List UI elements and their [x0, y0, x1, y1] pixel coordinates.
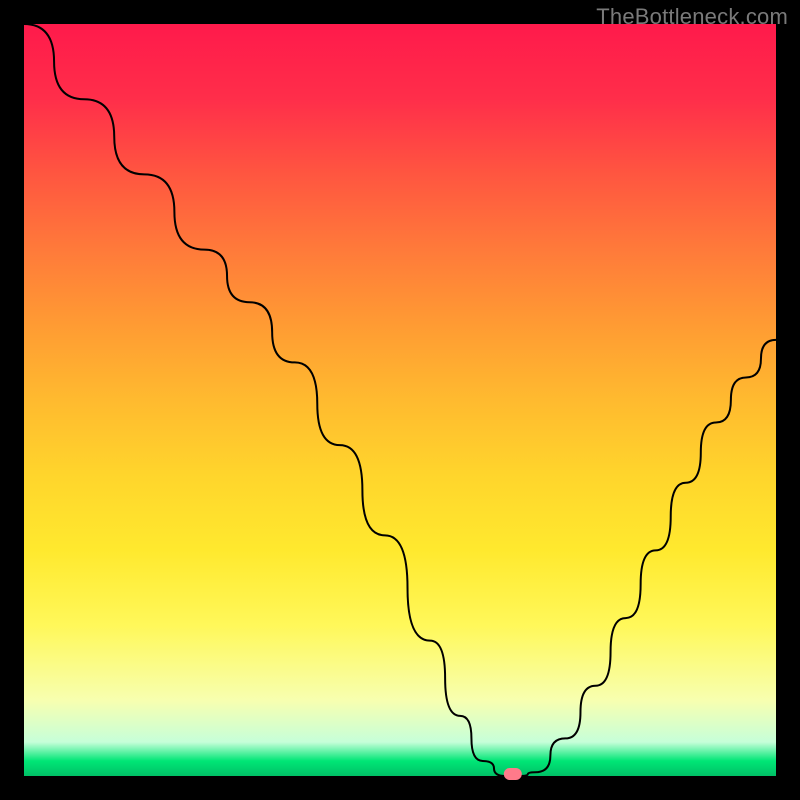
min-marker	[504, 768, 522, 780]
bottleneck-curve	[24, 24, 776, 776]
chart-frame: TheBottleneck.com	[0, 0, 800, 800]
plot-area	[24, 24, 776, 776]
watermark-text: TheBottleneck.com	[596, 4, 788, 30]
plot-svg	[24, 24, 776, 776]
